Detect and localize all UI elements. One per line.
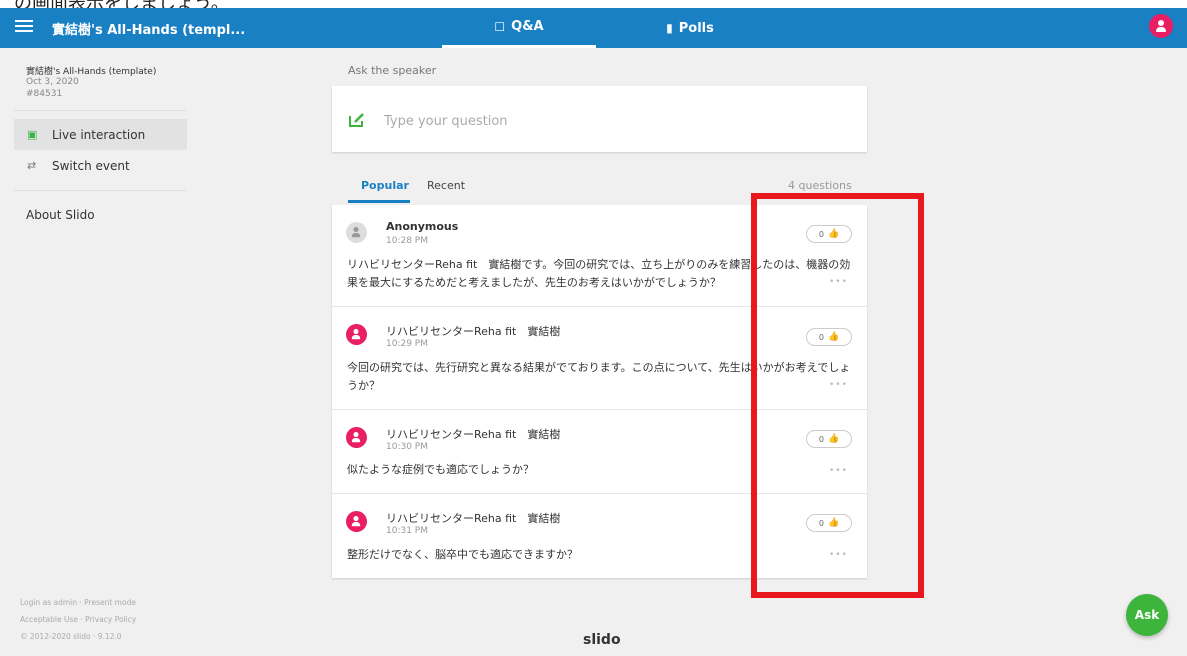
sidebar: 實結樹's All-Hands (template) Oct 3, 2020 #… <box>0 48 200 656</box>
sidebar-event-date: Oct 3, 2020 <box>26 77 79 87</box>
footer-policy-links[interactable]: Acceptable Use · Privacy Policy <box>20 615 136 624</box>
question-author: Anonymous <box>386 220 459 233</box>
highlight-box <box>751 193 924 598</box>
top-bar: 實結樹's All-Hands (templ... ☐ Q&A ▮ Polls <box>0 8 1187 48</box>
question-time: 10:28 PM <box>386 236 428 246</box>
sidebar-event-name: 實結樹's All-Hands (template) <box>26 67 157 77</box>
tab-underline <box>348 200 410 203</box>
footer-login-links[interactable]: Login as admin · Present mode <box>20 598 136 607</box>
edit-icon <box>349 113 364 127</box>
question-input-placeholder: Type your question <box>384 114 508 129</box>
tab-qa[interactable]: ☐ Q&A <box>442 8 596 48</box>
footer-copyright: © 2012-2020 slido · 9.12.0 <box>20 632 122 641</box>
menu-icon[interactable] <box>15 18 33 36</box>
user-avatar-icon <box>346 427 367 448</box>
overlay-caption: の画面表示をしましょう。 <box>0 0 1187 8</box>
live-interaction-icon: ▣ <box>27 128 38 141</box>
question-author: リハビリセンターReha fit 實結樹 <box>386 428 561 441</box>
bar-chart-icon: ▮ <box>666 21 673 35</box>
user-avatar-icon[interactable] <box>1149 14 1173 38</box>
user-avatar-icon <box>346 324 367 345</box>
sidebar-divider <box>14 110 186 111</box>
question-time: 10:29 PM <box>386 339 428 349</box>
tab-popular[interactable]: Popular <box>361 179 409 192</box>
sidebar-event-code: #84531 <box>26 89 63 99</box>
question-input[interactable]: Type your question <box>332 86 867 152</box>
question-author: リハビリセンターReha fit 實結樹 <box>386 512 561 525</box>
tab-polls[interactable]: ▮ Polls <box>613 8 767 48</box>
question-count: 4 questions <box>788 179 852 192</box>
sidebar-divider <box>14 190 186 191</box>
about-slido-link[interactable]: About Slido <box>26 208 95 222</box>
question-author: リハビリセンターReha fit 實結樹 <box>386 325 561 338</box>
tab-qa-label: Q&A <box>511 19 544 34</box>
overlay-caption-text: の画面表示をしましょう。 <box>14 0 229 8</box>
tab-polls-label: Polls <box>678 20 714 36</box>
question-time: 10:30 PM <box>386 442 428 452</box>
tab-recent[interactable]: Recent <box>427 179 465 192</box>
sidebar-item-label: Switch event <box>52 158 130 173</box>
ask-button[interactable]: Ask <box>1126 594 1168 636</box>
sidebar-item-switch-event[interactable]: ⇄ Switch event <box>14 150 187 181</box>
sidebar-item-live-interaction[interactable]: ▣ Live interaction <box>14 119 187 150</box>
chat-icon: ☐ <box>494 19 506 34</box>
user-avatar-icon <box>346 511 367 532</box>
switch-icon: ⇄ <box>27 159 37 172</box>
event-title: 實結樹's All-Hands (templ... <box>52 23 246 38</box>
question-time: 10:31 PM <box>386 526 428 536</box>
anonymous-avatar-icon <box>346 222 367 243</box>
slido-logo: slido <box>583 632 621 648</box>
sidebar-item-label: Live interaction <box>52 127 146 142</box>
ask-speaker-label: Ask the speaker <box>348 64 437 77</box>
